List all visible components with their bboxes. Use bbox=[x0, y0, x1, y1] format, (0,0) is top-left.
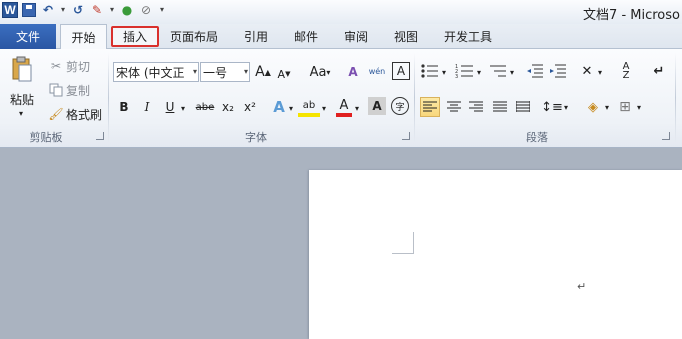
chinese-layout-dropdown-icon[interactable]: ▾ bbox=[596, 64, 604, 80]
copy-icon[interactable] bbox=[48, 82, 64, 98]
strikethrough-icon[interactable]: abe bbox=[194, 98, 216, 116]
shading-icon[interactable]: ◈ bbox=[583, 97, 603, 117]
tab-file[interactable]: 文件 bbox=[0, 24, 56, 49]
paragraph-group-label: 段落 bbox=[526, 131, 548, 144]
tab-home[interactable]: 开始 bbox=[60, 24, 107, 50]
margin-corner-mark bbox=[413, 232, 414, 254]
chinese-layout-icon[interactable]: ✕ bbox=[578, 62, 596, 80]
window-title: 文档7 - Microso bbox=[583, 8, 680, 23]
font-launcher-icon[interactable] bbox=[402, 132, 410, 140]
svg-text:3: 3 bbox=[455, 74, 458, 79]
distributed-icon[interactable] bbox=[513, 97, 533, 117]
format-painter-button[interactable]: 格式刷 bbox=[66, 106, 102, 123]
font-name-select[interactable]: 宋体 (中文正 ▾ bbox=[113, 62, 199, 82]
undo-dropdown-icon[interactable]: ▾ bbox=[59, 2, 67, 18]
numbering-dropdown-icon[interactable]: ▾ bbox=[475, 64, 483, 80]
group-separator bbox=[675, 53, 676, 143]
increase-indent-icon[interactable] bbox=[549, 63, 567, 79]
group-separator bbox=[414, 53, 415, 143]
word-app-icon[interactable]: W bbox=[2, 2, 18, 18]
clear-format-icon[interactable]: A bbox=[344, 62, 362, 82]
tab-page-layout[interactable]: 页面布局 bbox=[164, 24, 224, 49]
paste-dropdown-icon[interactable]: ▾ bbox=[19, 109, 23, 118]
bullets-icon[interactable] bbox=[420, 63, 442, 79]
italic-icon[interactable]: I bbox=[138, 98, 156, 116]
shading-dropdown-icon[interactable]: ▾ bbox=[603, 99, 611, 115]
font-group-label: 字体 bbox=[245, 131, 267, 144]
multilevel-list-icon[interactable] bbox=[488, 63, 510, 79]
tab-mailings[interactable]: 邮件 bbox=[286, 24, 326, 49]
highlight-dropdown-icon[interactable]: ▾ bbox=[320, 99, 328, 117]
line-spacing-icon[interactable]: ↕≡ bbox=[541, 97, 563, 117]
justify-icon[interactable] bbox=[490, 97, 510, 117]
underline-icon[interactable]: U bbox=[161, 98, 179, 116]
superscript-icon[interactable]: x² bbox=[240, 98, 260, 116]
document-page[interactable]: ↵ bbox=[309, 170, 682, 339]
align-center-icon[interactable] bbox=[444, 97, 464, 117]
paste-icon[interactable] bbox=[10, 55, 34, 83]
clipboard-group-label: 剪贴板 bbox=[29, 131, 63, 144]
char-border-icon[interactable]: A bbox=[392, 62, 410, 80]
tab-view[interactable]: 视图 bbox=[386, 24, 426, 49]
font-color-dropdown-icon[interactable]: ▾ bbox=[353, 99, 361, 117]
tab-developer[interactable]: 开发工具 bbox=[436, 24, 500, 49]
line-spacing-dropdown-icon[interactable]: ▾ bbox=[562, 99, 570, 115]
cut-icon[interactable]: ✂ bbox=[48, 58, 64, 74]
decrease-indent-icon[interactable] bbox=[526, 63, 544, 79]
paragraph-launcher-icon[interactable] bbox=[662, 132, 670, 140]
eraser-icon[interactable]: ⊘ bbox=[138, 2, 154, 18]
enclose-chars-icon[interactable]: 字 bbox=[391, 97, 409, 115]
underline-dropdown-icon[interactable]: ▾ bbox=[178, 99, 188, 117]
tab-review[interactable]: 审阅 bbox=[336, 24, 376, 49]
text-effects-icon[interactable]: A bbox=[270, 97, 288, 117]
font-size-select[interactable]: 一号 ▾ bbox=[200, 62, 250, 82]
title-bar: W ↶ ▾ ↺ ✎ ▾ ● ⊘ ▾ 文档7 - Microso bbox=[0, 0, 682, 24]
bold-icon[interactable]: B bbox=[115, 98, 133, 116]
font-color-icon[interactable]: A bbox=[336, 97, 352, 117]
margin-corner-mark bbox=[392, 253, 414, 254]
document-workspace: ↵ bbox=[0, 149, 682, 339]
change-case-icon[interactable]: Aa ▾ bbox=[308, 63, 332, 81]
char-shading-icon[interactable]: A bbox=[368, 97, 386, 115]
ribbon-home: 粘贴 ▾ ✂ 剪切 复制 🖌 格式刷 剪贴板 宋体 (中文正 ▾ 一号 ▾ A ▲ … bbox=[0, 49, 682, 148]
copy-button[interactable]: 复制 bbox=[66, 82, 90, 99]
align-left-icon[interactable] bbox=[420, 97, 440, 117]
customize-qat-icon[interactable]: ▾ bbox=[157, 2, 167, 18]
shrink-font-icon[interactable]: A ▼ bbox=[276, 65, 292, 83]
quick-access-toolbar: W ↶ ▾ ↺ ✎ ▾ ● ⊘ ▾ bbox=[2, 2, 167, 18]
clipboard-launcher-icon[interactable] bbox=[96, 132, 104, 140]
bullets-dropdown-icon[interactable]: ▾ bbox=[440, 64, 448, 80]
tab-insert[interactable]: 插入 bbox=[111, 26, 159, 47]
color-icon[interactable]: ● bbox=[119, 2, 135, 18]
ribbon-tab-row: 文件 开始 插入 页面布局 引用 邮件 审阅 视图 开发工具 bbox=[0, 24, 682, 50]
phonetic-guide-icon[interactable]: wén bbox=[367, 61, 387, 81]
subscript-icon[interactable]: x₂ bbox=[218, 98, 238, 116]
text-effects-dropdown-icon[interactable]: ▾ bbox=[287, 99, 295, 117]
paint-dropdown-icon[interactable]: ▾ bbox=[108, 2, 116, 18]
multilevel-dropdown-icon[interactable]: ▾ bbox=[508, 64, 516, 80]
undo-icon[interactable]: ↶ bbox=[40, 2, 56, 18]
cut-button[interactable]: 剪切 bbox=[66, 58, 90, 75]
tab-references[interactable]: 引用 bbox=[236, 24, 276, 49]
paste-button[interactable]: 粘贴 bbox=[10, 91, 34, 108]
borders-icon[interactable]: ⊞ bbox=[615, 97, 635, 117]
borders-dropdown-icon[interactable]: ▾ bbox=[635, 99, 643, 115]
format-painter-icon[interactable]: 🖌 bbox=[48, 106, 64, 122]
redo-icon[interactable]: ↺ bbox=[70, 2, 86, 18]
show-marks-icon[interactable]: ↵ bbox=[650, 61, 668, 81]
sort-icon[interactable]: AZ bbox=[616, 61, 636, 81]
numbering-icon[interactable]: 123 bbox=[455, 63, 477, 79]
align-right-icon[interactable] bbox=[466, 97, 486, 117]
grow-font-icon[interactable]: A ▲ bbox=[255, 63, 271, 81]
paint-icon[interactable]: ✎ bbox=[89, 2, 105, 18]
group-separator bbox=[108, 53, 109, 143]
paragraph-mark: ↵ bbox=[577, 280, 587, 293]
save-icon[interactable] bbox=[21, 2, 37, 18]
highlight-icon[interactable]: ab bbox=[298, 97, 320, 117]
